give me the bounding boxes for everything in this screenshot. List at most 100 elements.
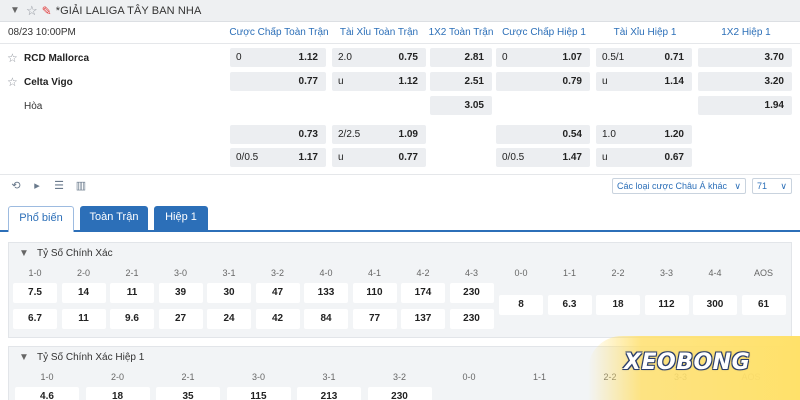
tab-popular[interactable]: Phổ biến: [8, 206, 74, 232]
pin-icon[interactable]: ✎: [42, 5, 52, 17]
draw-label: Hòa: [24, 100, 43, 112]
score-odds-cell[interactable]: 213: [297, 387, 361, 400]
handicap-line: 0/0.5: [502, 152, 525, 163]
tab-first-half[interactable]: Hiệp 1: [154, 206, 208, 230]
odds-cell-1x2-home[interactable]: 2.81: [430, 48, 492, 67]
odds-cell-1x2-draw[interactable]: 3.05: [430, 96, 492, 115]
section-title: Tỷ Số Chính Xác: [37, 247, 113, 259]
handicap-line: 0: [236, 52, 242, 63]
col-head-ah-full: Cược Chấp Toàn Trận: [229, 27, 329, 38]
odds-cell-alt-ou-h1-away[interactable]: u 0.67: [596, 148, 692, 167]
score-label: 4-1: [367, 268, 381, 278]
odds-cell-ou-away[interactable]: u 1.12: [332, 72, 426, 91]
odds-cell-alt-ah-h1-away[interactable]: 0/0.5 1.47: [496, 148, 590, 167]
score-odds-cell[interactable]: 137: [401, 309, 445, 329]
odds-cell-1x2-h1-away[interactable]: 3.20: [698, 72, 792, 91]
team-name-home: RCD Mallorca: [24, 52, 90, 64]
score-odds-cell[interactable]: 84: [304, 309, 348, 329]
odds-cell-1x2-h1-draw[interactable]: 1.94: [698, 96, 792, 115]
total-line: 2/2.5: [338, 129, 361, 140]
score-odds-cell[interactable]: 9.6: [110, 309, 154, 329]
score-odds-cell[interactable]: 42: [255, 309, 300, 329]
odds-cell-alt-ou-h1-home[interactable]: 1.0 1.20: [596, 125, 692, 144]
replay-icon[interactable]: ⟲: [9, 179, 23, 193]
odds-value: 0.67: [664, 152, 684, 163]
star-icon[interactable]: ☆: [26, 4, 38, 17]
odds-cell-ah-h1-away[interactable]: 0.79: [496, 72, 590, 91]
chevron-down-icon[interactable]: ▼: [17, 350, 31, 364]
score-odds-cell[interactable]: 230: [449, 309, 494, 329]
score-label: 0-0: [514, 268, 528, 278]
score-odds-cell[interactable]: 174: [401, 283, 445, 303]
score-odds-cell[interactable]: 115: [226, 387, 291, 400]
team-row-away: ☆ Celta Vigo: [0, 71, 73, 93]
score-odds-cell[interactable]: 7.5: [13, 283, 57, 303]
odds-cell-ou-h1-away[interactable]: u 1.14: [596, 72, 692, 91]
odds-cell-1x2-away[interactable]: 2.51: [430, 72, 492, 91]
tab-full-match[interactable]: Toàn Trận: [80, 206, 148, 230]
chevron-down-icon[interactable]: ▼: [8, 4, 22, 18]
score-odds-cell[interactable]: 18: [85, 387, 150, 400]
league-header[interactable]: ▼ ☆ ✎ *GIẢI LALIGA TÂY BAN NHA: [0, 0, 800, 22]
col-head-ou-h1: Tài Xỉu Hiệp 1: [613, 27, 677, 38]
score-label: 3-0: [251, 372, 265, 382]
score-odds-cell[interactable]: 112: [644, 295, 689, 315]
score-odds-cell[interactable]: 6.3: [547, 295, 592, 315]
score-odds-cell[interactable]: 30: [207, 283, 251, 303]
total-line: u: [602, 76, 608, 87]
correct-score-section: ▼ Tỷ Số Chính Xác 1-0 7.5 6.7 2-0 14 11 2-1 11 9…: [8, 242, 792, 338]
score-odds-cell[interactable]: 4.6: [15, 387, 79, 400]
odds-cell-alt-ou-home[interactable]: 2/2.5 1.09: [332, 125, 426, 144]
odds-cell-alt-ah-away[interactable]: 0/0.5 1.17: [230, 148, 326, 167]
score-odds-cell[interactable]: 39: [158, 283, 203, 303]
stats-icon[interactable]: ▥: [74, 179, 88, 193]
match-header-row: 08/23 10:00PM Cược Chấp Toàn Trận Tài Xỉ…: [0, 22, 800, 44]
score-label: 4-2: [416, 268, 430, 278]
total-line: u: [338, 152, 344, 163]
odds-cell-alt-ah-h1-home[interactable]: 0.54: [496, 125, 590, 144]
list-icon[interactable]: ☰: [52, 179, 66, 193]
score-odds-cell[interactable]: 110: [352, 283, 397, 303]
score-odds-cell[interactable]: 230: [367, 387, 432, 400]
score-odds-cell[interactable]: 8: [499, 295, 543, 315]
odds-type-select[interactable]: Các loại cược Châu Á khác ∨: [612, 178, 746, 194]
chevron-down-icon[interactable]: ▼: [17, 246, 31, 260]
play-icon[interactable]: ▸: [30, 179, 44, 193]
total-line: 2.0: [338, 52, 352, 63]
star-icon[interactable]: ☆: [7, 52, 19, 64]
odds-value: 1.14: [664, 76, 684, 87]
odds-cell-ah-h1-home[interactable]: 0 1.07: [496, 48, 590, 67]
watermark-logo: XEOBONG: [624, 350, 751, 375]
score-odds-cell[interactable]: 47: [255, 283, 300, 303]
odds-cell-1x2-h1-home[interactable]: 3.70: [698, 48, 792, 67]
section-header[interactable]: ▼ Tỷ Số Chính Xác: [9, 243, 791, 263]
score-odds-cell[interactable]: 300: [693, 295, 737, 315]
star-icon[interactable]: ☆: [7, 76, 19, 88]
odds-cell-alt-ah-home[interactable]: 0.73: [230, 125, 326, 144]
score-label: 0-0: [462, 372, 476, 382]
score-odds-cell[interactable]: 27: [158, 309, 203, 329]
market-count-select[interactable]: 71 ∨: [752, 178, 792, 194]
odds-cell-alt-ou-away[interactable]: u 0.77: [332, 148, 426, 167]
score-odds-cell[interactable]: 18: [596, 295, 640, 315]
score-odds-cell[interactable]: 77: [352, 309, 397, 329]
score-label: 2-1: [125, 268, 139, 278]
score-odds-cell[interactable]: 133: [304, 283, 348, 303]
score-odds-cell[interactable]: 14: [61, 283, 106, 303]
score-odds-cell[interactable]: 11: [61, 309, 106, 329]
score-odds-cell[interactable]: 35: [156, 387, 220, 400]
score-odds-cell[interactable]: 11: [110, 283, 154, 303]
odds-cell-ou-h1-home[interactable]: 0.5/1 0.71: [596, 48, 692, 67]
score-odds-cell[interactable]: 230: [449, 283, 494, 303]
odds-cell-ah-home[interactable]: 0 1.12: [230, 48, 326, 67]
score-odds-cell[interactable]: 61: [741, 295, 786, 315]
league-title: *GIẢI LALIGA TÂY BAN NHA: [55, 4, 202, 17]
col-head-ou-full: Tài Xỉu Toàn Trận: [339, 27, 419, 38]
odds-value: 3.20: [764, 76, 784, 87]
odds-cell-ou-home[interactable]: 2.0 0.75: [332, 48, 426, 67]
odds-cell-ah-away[interactable]: 0.77: [230, 72, 326, 91]
odds-value: 0.77: [298, 76, 318, 87]
score-odds-cell[interactable]: 6.7: [13, 309, 57, 329]
score-odds-cell[interactable]: 24: [207, 309, 251, 329]
odds-value: 2.81: [464, 52, 484, 63]
